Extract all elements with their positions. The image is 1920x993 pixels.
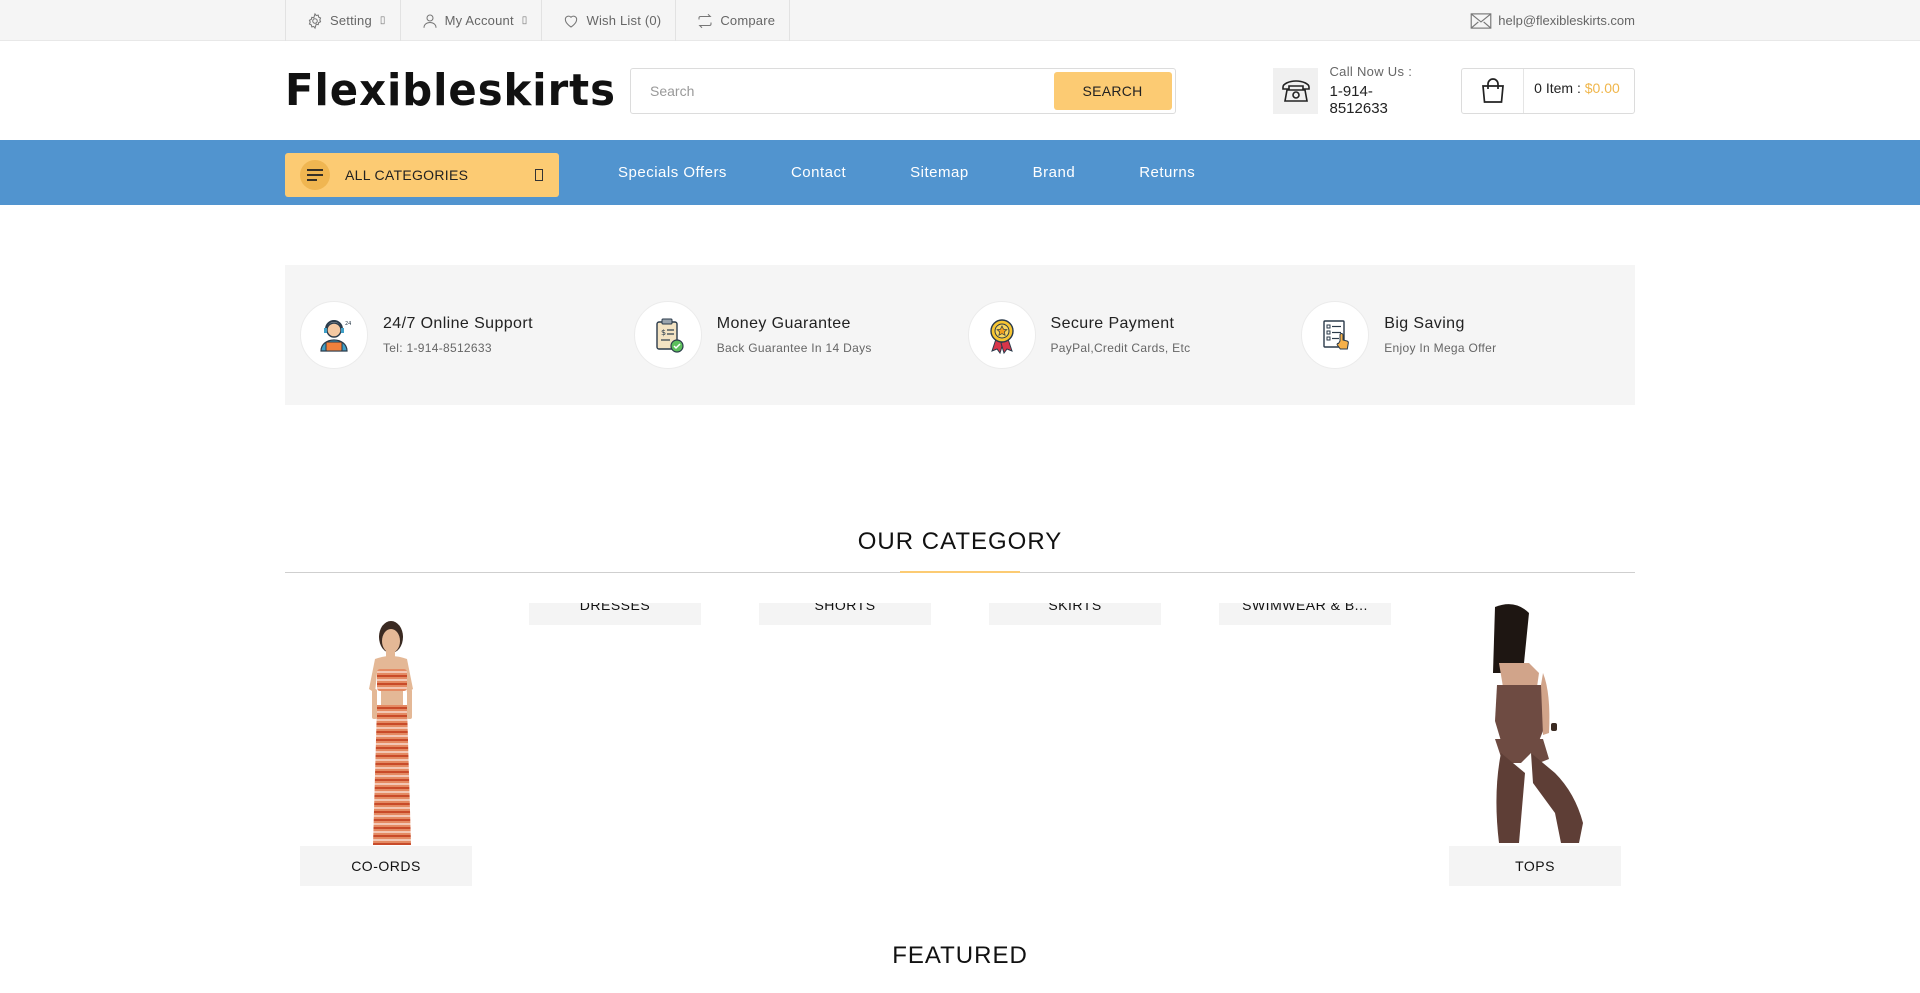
cart-button[interactable]: 0 Item : $0.00	[1461, 67, 1635, 114]
gear-icon	[308, 12, 322, 29]
money-guarantee-icon: $	[633, 301, 702, 369]
setting-label: Setting	[330, 13, 372, 28]
features-strip: 24 24/7 Online Support Tel: 1-914-851263…	[285, 265, 1635, 405]
email-link[interactable]: help@flexibleskirts.com	[1470, 12, 1635, 29]
cart-amount: $0.00	[1584, 79, 1620, 96]
category-label[interactable]: CO-ORDS	[300, 846, 472, 886]
user-icon	[423, 13, 437, 28]
compare-link[interactable]: Compare	[675, 0, 791, 41]
nav-contact[interactable]: Contact	[791, 164, 846, 181]
category-card-dresses[interactable]: DRESSES	[529, 603, 701, 627]
support-agent-icon: 24	[300, 301, 368, 369]
feature-subtitle: Tel: 1-914-8512633	[383, 341, 492, 355]
feature-title: Money Guarantee	[716, 315, 851, 332]
call-label: Call Now Us :	[1329, 64, 1413, 79]
menu-icon	[300, 159, 330, 190]
chevron-down-icon	[535, 168, 543, 181]
chevron-down-icon: ▯	[521, 15, 528, 26]
category-card-tops[interactable]: TOPS	[1435, 603, 1635, 903]
main-nav: ALL CATEGORIES Specials Offers Contact S…	[0, 140, 1920, 205]
nav-returns[interactable]: Returns	[1139, 164, 1195, 181]
category-card-co-ords[interactable]: CO-ORDS	[285, 603, 485, 903]
feature-item: $ Money Guarantee Back Guarantee In 14 D…	[633, 301, 968, 369]
heart-icon	[565, 15, 578, 28]
feature-subtitle: Back Guarantee In 14 Days	[716, 341, 872, 355]
feature-subtitle: Enjoy In Mega Offer	[1384, 341, 1497, 355]
feature-item: Big Saving Enjoy In Mega Offer	[1301, 301, 1635, 369]
cart-items: 0 Item :	[1534, 79, 1581, 96]
feature-item: Secure Payment PayPal,Credit Cards, Etc	[967, 301, 1302, 369]
checklist-icon	[1301, 301, 1370, 369]
email-text: help@flexibleskirts.com	[1498, 13, 1635, 28]
co-ords-product-image	[369, 621, 413, 845]
tops-product-image	[1493, 604, 1583, 843]
wishlist-label: Wish List (0)	[586, 13, 662, 28]
category-card-skirts[interactable]: SKIRTS	[989, 603, 1161, 627]
nav-sitemap[interactable]: Sitemap	[910, 164, 969, 181]
account-dropdown[interactable]: My Account ▯	[399, 0, 542, 41]
header: Flexibleskirts SEARCH Call Now Us : 1-91…	[0, 41, 1920, 140]
feature-subtitle: PayPal,Credit Cards, Etc	[1050, 341, 1191, 355]
category-label[interactable]: SWIMWEAR & B...	[1219, 603, 1391, 625]
compare-label: Compare	[720, 13, 776, 28]
svg-text:24: 24	[345, 321, 351, 327]
mail-icon	[1470, 12, 1492, 29]
category-card-shorts[interactable]: SHORTS	[759, 603, 931, 627]
feature-item: 24 24/7 Online Support Tel: 1-914-851263…	[300, 301, 634, 369]
feature-title: Big Saving	[1384, 315, 1465, 332]
category-label[interactable]: DRESSES	[529, 603, 701, 625]
award-medal-icon	[967, 301, 1036, 369]
top-bar: Setting ▯ My Account ▯ Wish List (0) Com…	[0, 0, 1920, 41]
category-divider	[285, 571, 1635, 573]
wishlist-link[interactable]: Wish List (0)	[541, 0, 675, 41]
category-carousel: CO-ORDS DRESSES SHORTS SKIRTS SWIMWEAR &…	[285, 603, 1635, 903]
all-categories-button[interactable]: ALL CATEGORIES	[285, 152, 559, 197]
feature-title: Secure Payment	[1050, 315, 1175, 332]
search-button[interactable]: SEARCH	[1053, 71, 1172, 110]
category-label[interactable]: SHORTS	[759, 603, 931, 625]
nav-specials-offers[interactable]: Specials Offers	[618, 164, 727, 181]
call-number[interactable]: 1-914-8512633	[1329, 83, 1431, 117]
setting-dropdown[interactable]: Setting ▯	[285, 0, 400, 41]
compare-icon	[698, 13, 712, 28]
call-box: Call Now Us : 1-914-8512633	[1272, 64, 1432, 117]
feature-title: 24/7 Online Support	[383, 315, 533, 332]
site-logo[interactable]: Flexibleskirts	[285, 65, 615, 116]
category-label[interactable]: SKIRTS	[989, 603, 1161, 625]
featured-title: FEATURED	[892, 942, 1028, 969]
category-title: OUR CATEGORY	[857, 528, 1063, 555]
telephone-icon	[1272, 67, 1319, 114]
all-categories-label: ALL CATEGORIES	[345, 166, 469, 183]
category-label[interactable]: TOPS	[1449, 846, 1621, 886]
category-card-swimwear[interactable]: SWIMWEAR & B...	[1219, 603, 1391, 627]
chevron-down-icon: ▯	[379, 15, 386, 26]
nav-brand[interactable]: Brand	[1033, 164, 1076, 181]
svg-text:$: $	[661, 328, 666, 337]
shopping-bag-icon	[1462, 68, 1525, 113]
account-label: My Account	[444, 13, 514, 28]
search-input[interactable]	[634, 71, 1054, 110]
search-bar: SEARCH	[630, 67, 1176, 114]
